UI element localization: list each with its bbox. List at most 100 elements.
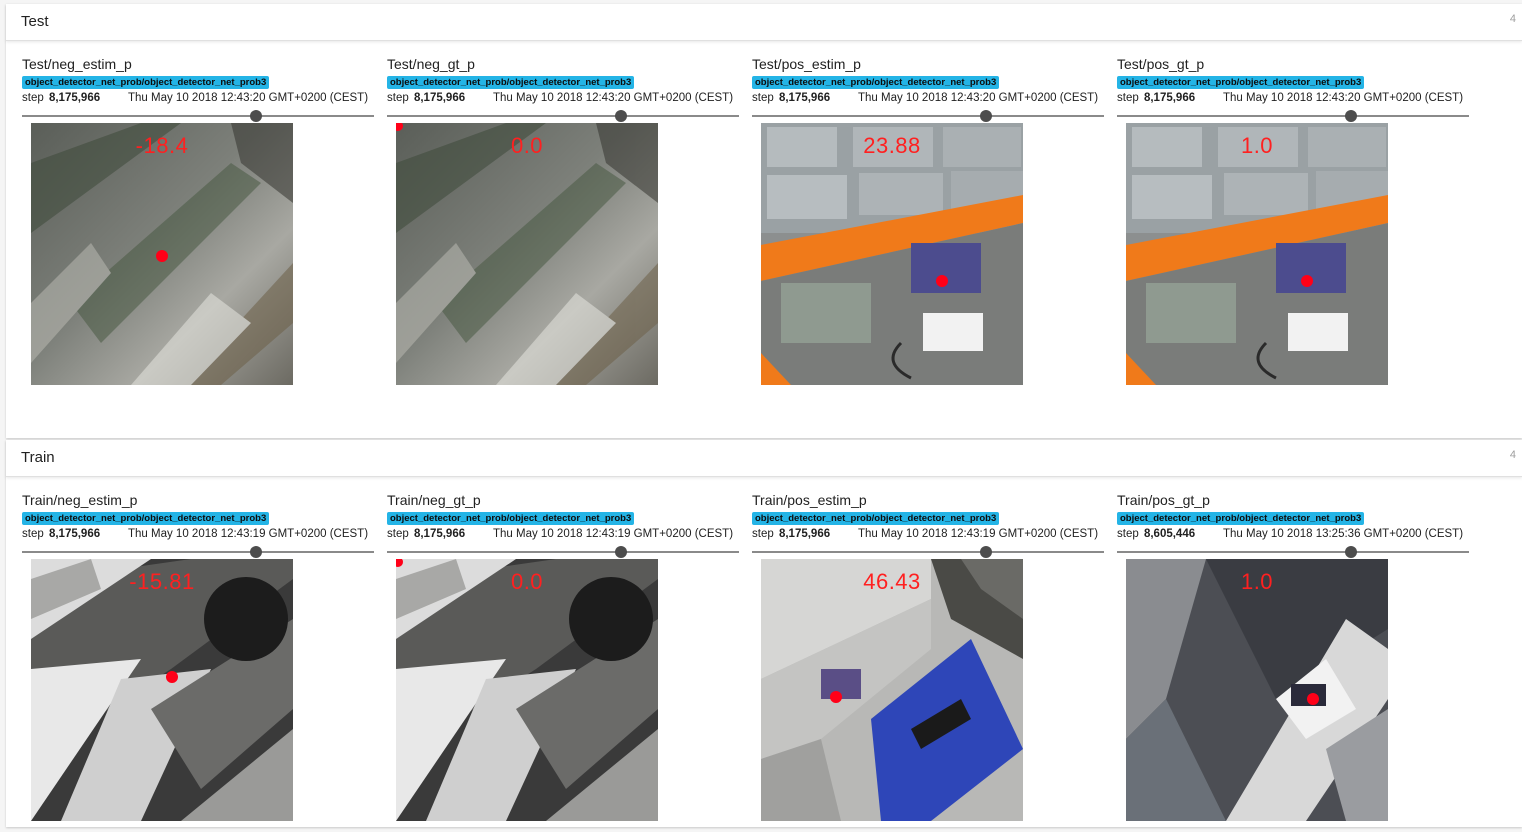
slider-track[interactable] (752, 551, 1104, 553)
card-title: Train/pos_gt_p (1117, 492, 1210, 508)
step-value: 8,175,966 (413, 528, 466, 540)
step-info: step 8,175,966 Thu May 10 2018 12:43:20 … (752, 92, 1104, 104)
workshop-shelf-image (1126, 123, 1388, 385)
card-title: Test/pos_estim_p (752, 56, 861, 72)
image-value-label: 0.0 (510, 133, 544, 158)
section-header[interactable]: Test 4 (6, 4, 1522, 41)
step-timestamp: Thu May 10 2018 12:43:19 GMT+0200 (CEST) (858, 528, 1099, 540)
step-timestamp: Thu May 10 2018 12:43:19 GMT+0200 (CEST) (128, 528, 369, 540)
blue-crate-image (761, 559, 1023, 821)
step-label: step (387, 92, 409, 104)
image-value-label: -18.4 (135, 133, 189, 158)
step-timestamp: Thu May 10 2018 12:43:20 GMT+0200 (CEST) (858, 92, 1099, 104)
step-slider[interactable] (752, 110, 1104, 122)
corridor-ceiling-image (31, 559, 293, 821)
image-card: Train/neg_estim_p object_detector_net_pr… (22, 492, 374, 832)
image-card: Test/neg_estim_p object_detector_net_pro… (22, 56, 374, 396)
step-value: 8,175,966 (413, 92, 466, 104)
section-count: 4 (1509, 13, 1516, 25)
slider-track[interactable] (22, 115, 374, 117)
image-value-label: 46.43 (863, 569, 921, 594)
run-tag: object_detector_net_prob/object_detector… (1117, 76, 1365, 89)
image-card: Test/pos_estim_p object_detector_net_pro… (752, 56, 1104, 396)
slider-knob[interactable] (980, 110, 992, 122)
step-label: step (387, 528, 409, 540)
step-timestamp: Thu May 10 2018 12:43:20 GMT+0200 (CEST) (493, 92, 734, 104)
marker-dot (936, 275, 948, 287)
slider-knob[interactable] (980, 546, 992, 558)
step-slider[interactable] (1117, 110, 1469, 122)
blurred-foliage-image (396, 123, 658, 385)
step-info: step 8,605,446 Thu May 10 2018 13:25:36 … (1117, 528, 1469, 540)
card-title: Test/neg_estim_p (22, 56, 132, 72)
step-slider[interactable] (387, 546, 739, 558)
run-tag: object_detector_net_prob/object_detector… (22, 512, 270, 525)
section-header[interactable]: Train 4 (6, 440, 1522, 477)
slider-track[interactable] (387, 115, 739, 117)
step-timestamp: Thu May 10 2018 12:43:20 GMT+0200 (CEST) (128, 92, 369, 104)
section-test: Test 4 Test/neg_estim_p object_detector_… (6, 4, 1522, 438)
slider-track[interactable] (1117, 551, 1469, 553)
image-card: Test/neg_gt_p object_detector_net_prob/o… (387, 56, 739, 396)
card-title: Test/neg_gt_p (387, 56, 475, 72)
step-label: step (1117, 528, 1139, 540)
step-value: 8,175,966 (778, 528, 831, 540)
slider-knob[interactable] (615, 110, 627, 122)
run-tag: object_detector_net_prob/object_detector… (752, 512, 1000, 525)
slider-track[interactable] (752, 115, 1104, 117)
slider-knob[interactable] (1345, 110, 1357, 122)
marker-dot (830, 691, 842, 703)
step-slider[interactable] (752, 546, 1104, 558)
image-value-label: 0.0 (510, 569, 544, 594)
run-tag: object_detector_net_prob/object_detector… (1117, 512, 1365, 525)
section-title: Test (21, 13, 49, 30)
slider-knob[interactable] (1345, 546, 1357, 558)
step-timestamp: Thu May 10 2018 12:43:19 GMT+0200 (CEST) (493, 528, 734, 540)
sample-image: 1.0 (1126, 559, 1388, 821)
slider-track[interactable] (387, 551, 739, 553)
image-value-label: 1.0 (1240, 133, 1274, 158)
image-card: Test/pos_gt_p object_detector_net_prob/o… (1117, 56, 1469, 396)
step-slider[interactable] (22, 110, 374, 122)
sample-image: 23.88 (761, 123, 1023, 385)
image-value-label: 23.88 (863, 133, 921, 158)
sample-image: 0.0 (396, 559, 658, 821)
step-value: 8,605,446 (1143, 528, 1196, 540)
image-card: Train/pos_gt_p object_detector_net_prob/… (1117, 492, 1469, 832)
sample-image: 1.0 (1126, 123, 1388, 385)
step-timestamp: Thu May 10 2018 12:43:20 GMT+0200 (CEST) (1223, 92, 1464, 104)
card-title: Train/neg_gt_p (387, 492, 481, 508)
step-value: 8,175,966 (48, 92, 101, 104)
step-label: step (22, 528, 44, 540)
step-value: 8,175,966 (48, 528, 101, 540)
step-value: 8,175,966 (778, 92, 831, 104)
slider-knob[interactable] (250, 546, 262, 558)
sample-image: 0.0 (396, 123, 658, 385)
run-tag: object_detector_net_prob/object_detector… (387, 76, 635, 89)
step-info: step 8,175,966 Thu May 10 2018 12:43:19 … (22, 528, 374, 540)
slider-knob[interactable] (250, 110, 262, 122)
step-label: step (22, 92, 44, 104)
step-info: step 8,175,966 Thu May 10 2018 12:43:20 … (387, 92, 739, 104)
run-tag: object_detector_net_prob/object_detector… (387, 512, 635, 525)
step-slider[interactable] (387, 110, 739, 122)
run-tag: object_detector_net_prob/object_detector… (752, 76, 1000, 89)
step-info: step 8,175,966 Thu May 10 2018 12:43:19 … (387, 528, 739, 540)
section-train: Train 4 Train/neg_estim_p object_detecto… (6, 440, 1522, 827)
step-slider[interactable] (22, 546, 374, 558)
step-info: step 8,175,966 Thu May 10 2018 12:43:19 … (752, 528, 1104, 540)
card-title: Test/pos_gt_p (1117, 56, 1205, 72)
step-label: step (752, 528, 774, 540)
blurred-foliage-image (31, 123, 293, 385)
step-slider[interactable] (1117, 546, 1469, 558)
step-value: 8,175,966 (1143, 92, 1196, 104)
step-timestamp: Thu May 10 2018 13:25:36 GMT+0200 (CEST) (1223, 528, 1464, 540)
dark-room-object-image (1126, 559, 1388, 821)
sample-image: -15.81 (31, 559, 293, 821)
slider-track[interactable] (22, 551, 374, 553)
slider-track[interactable] (1117, 115, 1469, 117)
corridor-ceiling-image (396, 559, 658, 821)
sample-image: 46.43 (761, 559, 1023, 821)
section-count: 4 (1509, 449, 1516, 461)
slider-knob[interactable] (615, 546, 627, 558)
